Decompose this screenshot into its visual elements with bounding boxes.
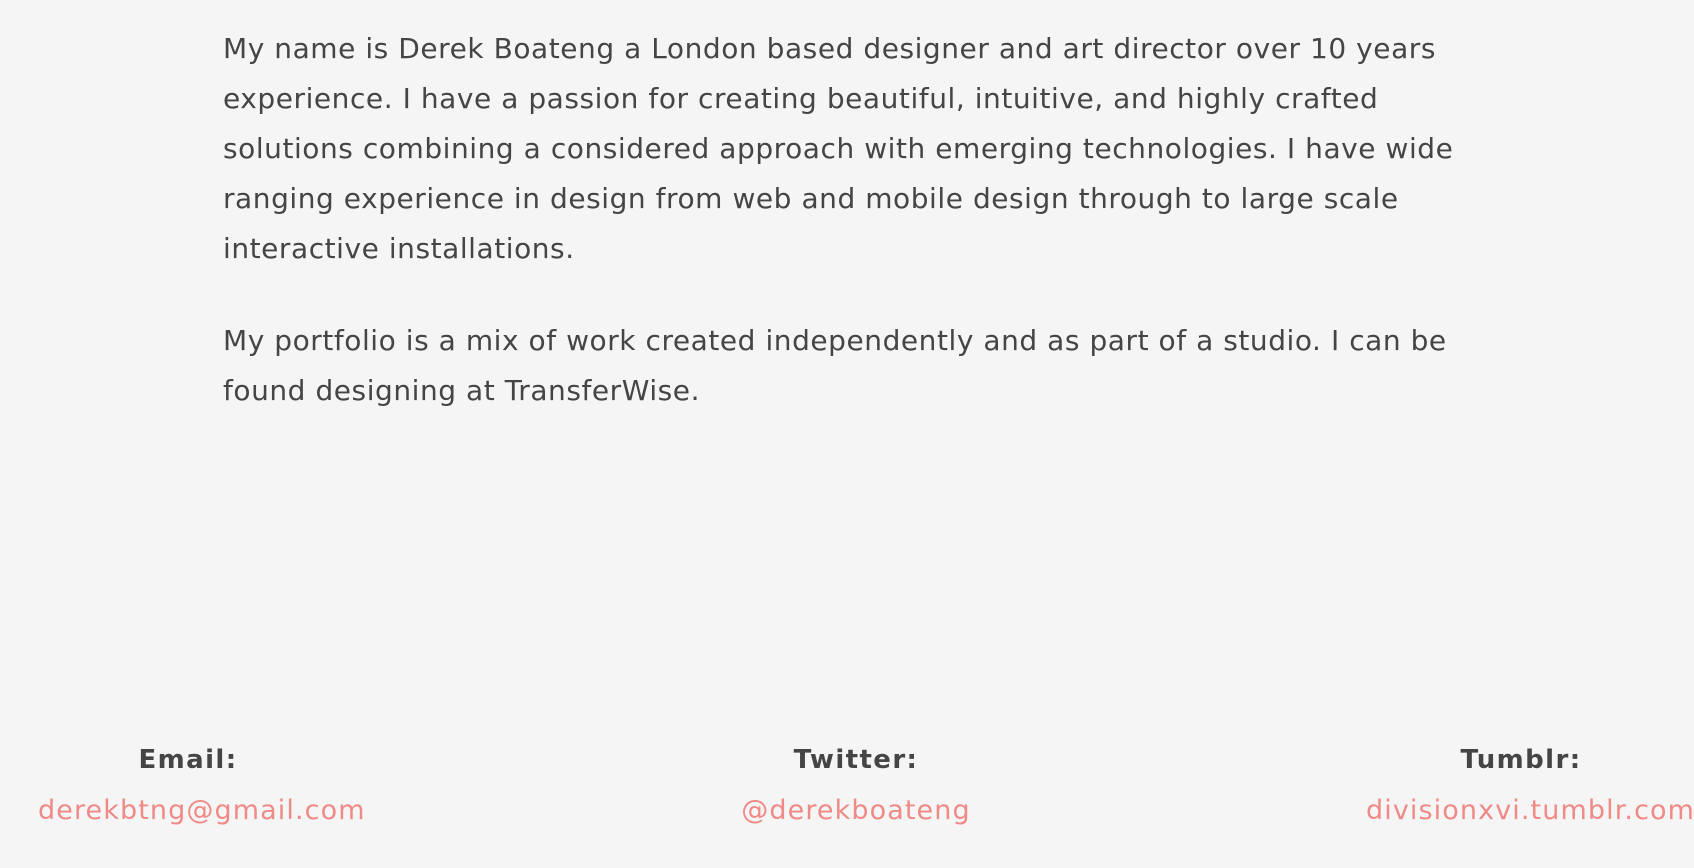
tumblr-link[interactable]: divisionxvi.tumblr.com [1366,789,1694,833]
bio-paragraph-intro: My name is Derek Boateng a London based … [223,32,1454,265]
contact-tumblr: Tumblr: divisionxvi.tumblr.com [1366,738,1694,833]
contact-email: Email: derekbtng@gmail.com [38,738,365,833]
bio-section: My name is Derek Boateng a London based … [223,24,1513,458]
tumblr-label: Tumblr: [1460,745,1582,775]
twitter-link[interactable]: @derekboateng [706,789,1006,833]
contact-twitter: Twitter: @derekboateng [706,738,1006,833]
twitter-label: Twitter: [793,745,919,775]
email-label: Email: [138,745,238,775]
about-page: My name is Derek Boateng a London based … [0,0,1694,868]
bio-paragraph-portfolio: My portfolio is a mix of work created in… [223,324,1447,407]
email-link[interactable]: derekbtng@gmail.com [38,789,365,833]
contact-section: Email: derekbtng@gmail.com Twitter: @der… [0,738,1694,838]
